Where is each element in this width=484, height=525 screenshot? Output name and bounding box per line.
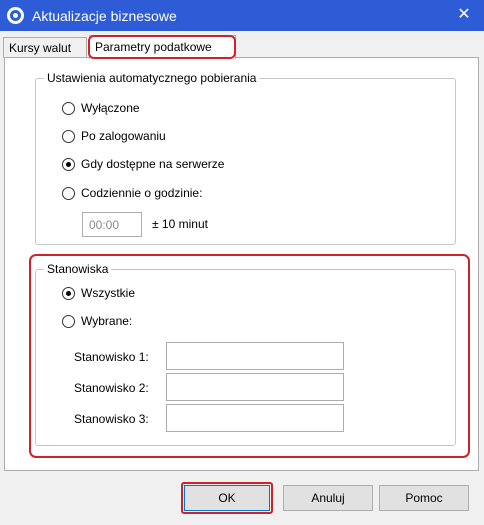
radio-wylaczone[interactable]: Wyłączone xyxy=(62,100,140,116)
time-input[interactable]: 00:00 xyxy=(82,212,142,237)
close-icon[interactable]: ✕ xyxy=(452,4,476,26)
station-1-label: Stanowisko 1: xyxy=(74,350,149,364)
radio-label: Gdy dostępne na serwerze xyxy=(81,157,225,171)
tab-strip: Kursy walut Parametry podatkowe xyxy=(0,31,484,59)
station-3-input[interactable] xyxy=(166,404,344,432)
tab-panel: Ustawienia automatycznego pobierania Wył… xyxy=(4,57,479,471)
app-icon xyxy=(7,7,24,24)
radio-button-selected[interactable] xyxy=(62,157,75,171)
radio-codziennie[interactable]: Codziennie o godzinie: xyxy=(62,185,202,201)
radio-label: Wyłączone xyxy=(81,101,140,115)
stations-group: Stanowiska Wszystkie Wybrane: Stanowisko… xyxy=(35,262,456,446)
tab-parametry-podatkowe[interactable]: Parametry podatkowe xyxy=(88,35,236,59)
station-2-input[interactable] xyxy=(166,373,344,401)
radio-button[interactable] xyxy=(62,101,75,115)
radio-button[interactable] xyxy=(62,314,75,328)
radio-label: Wszystkie xyxy=(81,286,135,300)
ok-button[interactable]: OK xyxy=(181,482,273,514)
radio-label: Po zalogowaniu xyxy=(81,129,166,143)
radio-gdy-dostepne[interactable]: Gdy dostępne na serwerze xyxy=(62,156,224,172)
radio-wszystkie[interactable]: Wszystkie xyxy=(62,285,135,301)
tolerance-label: ± 10 minut xyxy=(152,217,208,231)
button-bar: OK Anuluj Pomoc xyxy=(0,472,484,525)
highlight-box xyxy=(88,35,236,59)
highlight-box xyxy=(181,482,273,514)
radio-label: Wybrane: xyxy=(81,314,133,328)
radio-button[interactable] xyxy=(62,129,75,143)
radio-button[interactable] xyxy=(62,186,75,200)
tab-kursy-walut[interactable]: Kursy walut xyxy=(3,37,87,58)
radio-wybrane[interactable]: Wybrane: xyxy=(62,313,132,329)
cancel-button[interactable]: Anuluj xyxy=(283,485,373,511)
station-3-label: Stanowisko 3: xyxy=(74,412,149,426)
station-2-label: Stanowisko 2: xyxy=(74,381,149,395)
title-bar: Aktualizacje biznesowe ✕ xyxy=(0,0,484,31)
radio-label: Codziennie o godzinie: xyxy=(81,186,203,200)
radio-po-zalogowaniu[interactable]: Po zalogowaniu xyxy=(62,128,166,144)
window-title: Aktualizacje biznesowe xyxy=(32,8,177,24)
auto-download-group: Ustawienia automatycznego pobierania Wył… xyxy=(35,71,456,245)
radio-button-selected[interactable] xyxy=(62,286,75,300)
stations-legend: Stanowiska xyxy=(44,262,112,276)
help-button[interactable]: Pomoc xyxy=(379,485,469,511)
auto-download-legend: Ustawienia automatycznego pobierania xyxy=(44,71,260,85)
station-1-input[interactable] xyxy=(166,342,344,370)
